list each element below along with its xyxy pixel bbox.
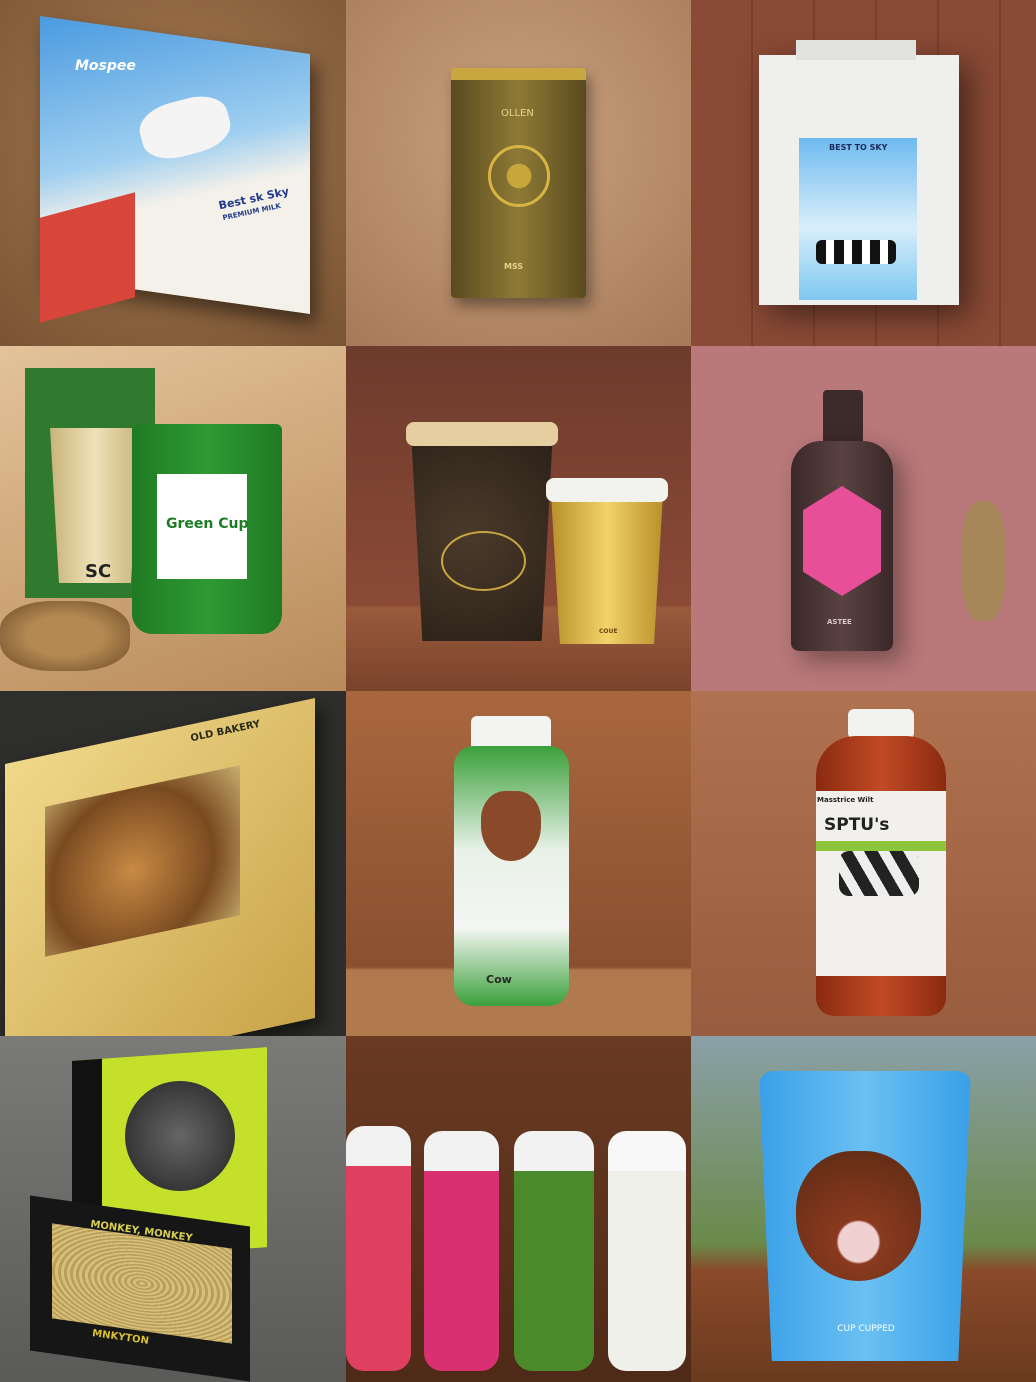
bull-emblem [441, 531, 526, 591]
tile-coffee-cups: COUE [346, 346, 691, 691]
tile-milk-box: Mospee Best sk Sky PREMIUM MILK [0, 0, 346, 346]
tile-monkey-bottles [346, 1036, 691, 1382]
pig-emblem [488, 145, 550, 207]
cow-head [481, 791, 541, 861]
bottle-cap [848, 709, 914, 739]
sub: MSS [504, 262, 524, 271]
tile-gold-box: OLD BAKERY [0, 691, 346, 1036]
box-handle [796, 40, 916, 60]
ginger-root [961, 501, 1006, 621]
bottle-4 [608, 1131, 686, 1371]
tile-blue-cup: CUP CUPPED [691, 1036, 1036, 1382]
cup [50, 428, 140, 583]
tile-green-bottle: Cow [346, 691, 691, 1036]
tile-dark-bottle: ASTEE [691, 346, 1036, 691]
bottle-1 [346, 1126, 411, 1371]
grain-scoop [0, 601, 130, 671]
title: BEST TO SKY [829, 143, 888, 152]
cow-head [796, 1151, 921, 1281]
bottle-3 [514, 1131, 594, 1371]
tile-brown-bottle: Masstrice Wilt SPTU's [691, 691, 1036, 1036]
brand: Masstrice Wilt [817, 796, 874, 804]
product-image-grid: Mospee Best sk Sky PREMIUM MILK OLLEN MS… [0, 0, 1036, 1382]
brand: OLLEN [501, 108, 534, 119]
cow [839, 851, 919, 896]
green-stripe [816, 841, 946, 851]
title: Green Cup [166, 516, 249, 532]
title: SPTU's [824, 815, 890, 835]
label: Cow [486, 973, 512, 986]
tile-monkey-box: MONKEY, MONKEY MNKYTON [0, 1036, 346, 1382]
label: ASTEE [827, 618, 852, 626]
tile-green-cup: SC Green Cup [0, 346, 346, 691]
bottle-2 [424, 1131, 499, 1371]
dark-cup-lid [406, 422, 558, 446]
brand: Mospee [75, 58, 136, 74]
tile-white-box: BEST TO SKY [691, 0, 1036, 346]
cows [816, 240, 896, 264]
gold-cup [551, 494, 663, 644]
label: CUP CUPPED [837, 1324, 895, 1334]
cup-text: SC [85, 561, 112, 582]
bottle [454, 746, 569, 1006]
sky-label [799, 138, 917, 300]
monkey-face [125, 1081, 235, 1191]
tile-gold-pouch: OLLEN MSS [346, 0, 691, 346]
gold-cup-lid [546, 478, 668, 502]
cup-text: COUE [599, 628, 618, 635]
